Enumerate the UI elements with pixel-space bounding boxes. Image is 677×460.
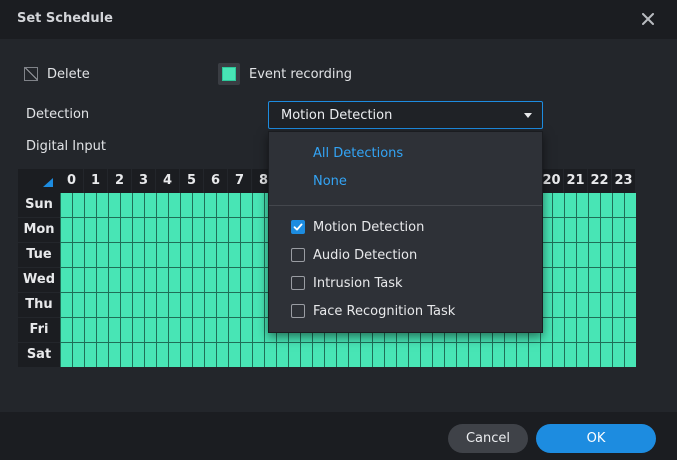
hour-header-0[interactable]: 0	[60, 169, 83, 193]
hour-header-6[interactable]: 6	[204, 169, 227, 193]
day-header-thu[interactable]: Thu	[18, 293, 60, 317]
hour-header-1[interactable]: 1	[84, 169, 107, 193]
legend-event-recording[interactable]: Event recording	[218, 63, 353, 85]
day-header-tue[interactable]: Tue	[18, 243, 60, 267]
checkbox-icon[interactable]	[291, 276, 305, 290]
day-header-sat[interactable]: Sat	[18, 343, 60, 367]
checkbox-icon[interactable]	[291, 304, 305, 318]
grid-corner-select-all[interactable]	[18, 169, 60, 193]
detection-label: Detection	[26, 107, 90, 122]
detection-option[interactable]: Audio Detection	[291, 246, 417, 264]
hour-header-21[interactable]: 21	[564, 169, 587, 193]
hour-header-7[interactable]: 7	[228, 169, 251, 193]
detection-option-label: Face Recognition Task	[313, 303, 456, 319]
day-header-mon[interactable]: Mon	[18, 218, 60, 242]
legend-delete-label: Delete	[47, 66, 90, 82]
legend-delete[interactable]: Delete	[24, 64, 90, 84]
hour-header-5[interactable]: 5	[180, 169, 203, 193]
detection-select[interactable]: Motion Detection	[268, 101, 543, 129]
day-header-wed[interactable]: Wed	[18, 268, 60, 292]
hour-header-20[interactable]: 20	[540, 169, 563, 193]
detection-option-label: Intrusion Task	[313, 275, 403, 291]
detection-option-label: Audio Detection	[313, 247, 418, 263]
close-button[interactable]	[636, 8, 660, 30]
detection-select-value: Motion Detection	[281, 107, 393, 123]
select-all-triangle-icon	[43, 178, 53, 187]
hour-header-3[interactable]: 3	[132, 169, 155, 193]
checkbox-icon[interactable]	[291, 248, 305, 262]
hour-header-2[interactable]: 2	[108, 169, 131, 193]
all-detections-link[interactable]: All Detections	[313, 146, 403, 161]
legend-event-label: Event recording	[249, 66, 353, 82]
cancel-button[interactable]: Cancel	[448, 424, 528, 453]
event-recording-swatch-icon	[222, 67, 236, 81]
checkbox-checked-icon[interactable]	[291, 220, 305, 234]
event-swatch-frame	[218, 63, 240, 85]
day-header-fri[interactable]: Fri	[18, 318, 60, 342]
dialog-title-bar: Set Schedule	[0, 0, 677, 39]
detection-dropdown-menu: All Detections None Motion Detection Audi…	[268, 131, 543, 333]
hour-header-4[interactable]: 4	[156, 169, 179, 193]
delete-swatch-icon	[24, 67, 38, 81]
menu-divider	[269, 205, 542, 206]
hour-header-22[interactable]: 22	[588, 169, 611, 193]
day-header-sun[interactable]: Sun	[18, 193, 60, 217]
detection-option[interactable]: Intrusion Task	[291, 274, 403, 292]
detection-option[interactable]: Motion Detection	[291, 218, 424, 236]
none-link[interactable]: None	[313, 174, 347, 189]
caret-down-icon	[524, 113, 532, 118]
hour-header-23[interactable]: 23	[612, 169, 635, 193]
digital-input-label: Digital Input	[26, 139, 106, 154]
dialog-title: Set Schedule	[17, 11, 113, 26]
detection-option[interactable]: Face Recognition Task	[291, 302, 455, 320]
ok-button[interactable]: OK	[536, 424, 656, 453]
close-icon	[642, 13, 654, 25]
detection-option-label: Motion Detection	[313, 219, 425, 235]
